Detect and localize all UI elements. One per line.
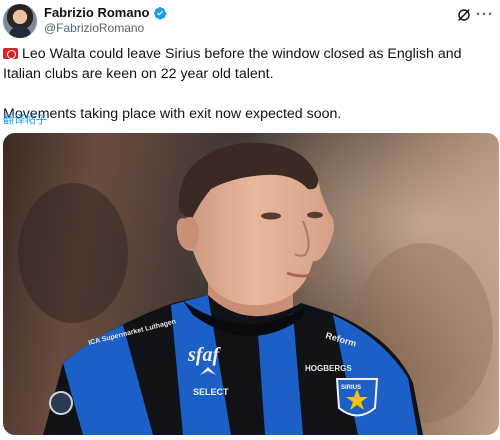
- kit-right-bottom-text: HOGBERGS: [305, 364, 352, 373]
- kit-sponsor-text: sfaf: [187, 344, 221, 366]
- kit-brand-text: SELECT: [193, 387, 229, 397]
- more-dots-icon[interactable]: ···: [476, 6, 494, 23]
- player-photo: sfaf SELECT ICA Supermarket Luthagen Ref…: [3, 133, 499, 435]
- avatar[interactable]: [3, 4, 37, 38]
- tweet-line-1: Leo Walta could leave Sirius before the …: [3, 46, 462, 82]
- tweet-paragraph-2: Movements taking place with exit now exp…: [3, 106, 342, 122]
- tweet-media-photo[interactable]: sfaf SELECT ICA Supermarket Luthagen Ref…: [3, 133, 499, 435]
- handle[interactable]: @FabrizioRomano: [44, 21, 144, 35]
- translate-post-link[interactable]: 翻译帖子: [3, 111, 47, 127]
- display-name[interactable]: Fabrizio Romano: [44, 5, 149, 20]
- name-row: Fabrizio Romano: [44, 5, 167, 20]
- crest-badge-text: SIRIUS: [341, 385, 361, 391]
- tweet-header: Fabrizio Romano @FabrizioRomano ···: [0, 0, 500, 40]
- tweet-text: Leo Walta could leave Sirius before the …: [3, 44, 498, 124]
- tweet-paragraph-1: Leo Walta could leave Sirius before the …: [3, 44, 498, 84]
- grok-icon[interactable]: [456, 7, 472, 23]
- red-siren-flag-icon: [3, 48, 18, 59]
- verified-badge-icon: [154, 6, 167, 20]
